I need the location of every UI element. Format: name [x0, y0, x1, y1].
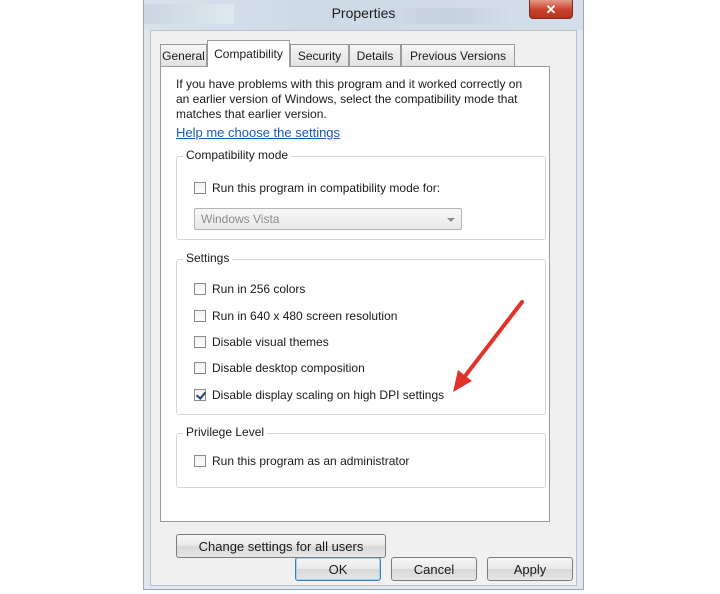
tab-previous-versions[interactable]: Previous Versions: [401, 44, 515, 66]
run-as-admin-checkbox[interactable]: [194, 455, 206, 467]
tab-security[interactable]: Security: [290, 44, 349, 66]
setting-disable-dpi-scaling-checkbox[interactable]: [194, 389, 206, 401]
dropdown-selected-value: Windows Vista: [201, 212, 280, 226]
settings-legend: Settings: [183, 251, 233, 265]
run-as-admin-row[interactable]: Run this program as an administrator: [194, 454, 409, 468]
compatibility-mode-checkbox-label: Run this program in compatibility mode f…: [212, 181, 441, 195]
intro-line: matches that earlier version.: [176, 107, 327, 121]
properties-window: Properties ✕ General Compatibility Secur…: [143, 0, 584, 590]
privilege-level-group: Privilege Level Run this program as an a…: [176, 425, 546, 488]
help-choose-settings-link[interactable]: Help me choose the settings: [176, 125, 340, 140]
run-as-admin-label: Run this program as an administrator: [212, 454, 410, 468]
close-icon: ✕: [545, 1, 557, 17]
compatibility-mode-checkbox[interactable]: [194, 182, 206, 194]
dialog-client-area: General Compatibility Security Details P…: [150, 30, 577, 586]
title-bar[interactable]: Properties ✕: [144, 0, 583, 30]
setting-label: Run in 256 colors: [212, 282, 306, 296]
close-button[interactable]: ✕: [529, 0, 573, 19]
chevron-down-icon: [447, 218, 455, 222]
compatibility-tab-page: If you have problems with this program a…: [160, 66, 550, 558]
settings-group: Settings Run in 256 colors Run in 640 x …: [176, 251, 546, 415]
change-settings-all-users-button[interactable]: Change settings for all users: [176, 534, 386, 558]
setting-disable-dpi-scaling-row[interactable]: Disable display scaling on high DPI sett…: [194, 388, 444, 402]
apply-button[interactable]: Apply: [487, 557, 573, 581]
compatibility-mode-checkbox-row[interactable]: Run this program in compatibility mode f…: [194, 181, 440, 195]
setting-disable-desktop-composition-checkbox[interactable]: [194, 362, 206, 374]
intro-line: If you have problems with this program a…: [176, 77, 523, 91]
compatibility-mode-group: Compatibility mode Run this program in c…: [176, 148, 546, 240]
setting-label: Disable desktop composition: [212, 361, 365, 375]
setting-disable-desktop-composition-row[interactable]: Disable desktop composition: [194, 361, 365, 375]
tab-compatibility[interactable]: Compatibility: [207, 40, 290, 67]
privilege-level-legend: Privilege Level: [183, 425, 268, 439]
intro-text: If you have problems with this program a…: [176, 77, 546, 122]
setting-label: Run in 640 x 480 screen resolution: [212, 309, 398, 323]
setting-256-colors-checkbox[interactable]: [194, 283, 206, 295]
setting-disable-visual-themes-checkbox[interactable]: [194, 336, 206, 348]
compatibility-mode-legend: Compatibility mode: [183, 148, 292, 162]
setting-640x480-checkbox[interactable]: [194, 310, 206, 322]
setting-label: Disable display scaling on high DPI sett…: [212, 388, 445, 402]
intro-line: an earlier version of Windows, select th…: [176, 92, 518, 106]
cancel-button[interactable]: Cancel: [391, 557, 477, 581]
screenshot-stage: Properties ✕ General Compatibility Secur…: [0, 0, 720, 594]
compatibility-mode-dropdown[interactable]: Windows Vista: [194, 208, 462, 230]
tab-details[interactable]: Details: [349, 44, 401, 66]
setting-label: Disable visual themes: [212, 335, 329, 349]
tab-general[interactable]: General: [160, 44, 207, 66]
setting-disable-visual-themes-row[interactable]: Disable visual themes: [194, 335, 329, 349]
ok-button[interactable]: OK: [295, 557, 381, 581]
window-title: Properties: [331, 5, 396, 21]
setting-640x480-row[interactable]: Run in 640 x 480 screen resolution: [194, 309, 397, 323]
setting-256-colors-row[interactable]: Run in 256 colors: [194, 282, 305, 296]
